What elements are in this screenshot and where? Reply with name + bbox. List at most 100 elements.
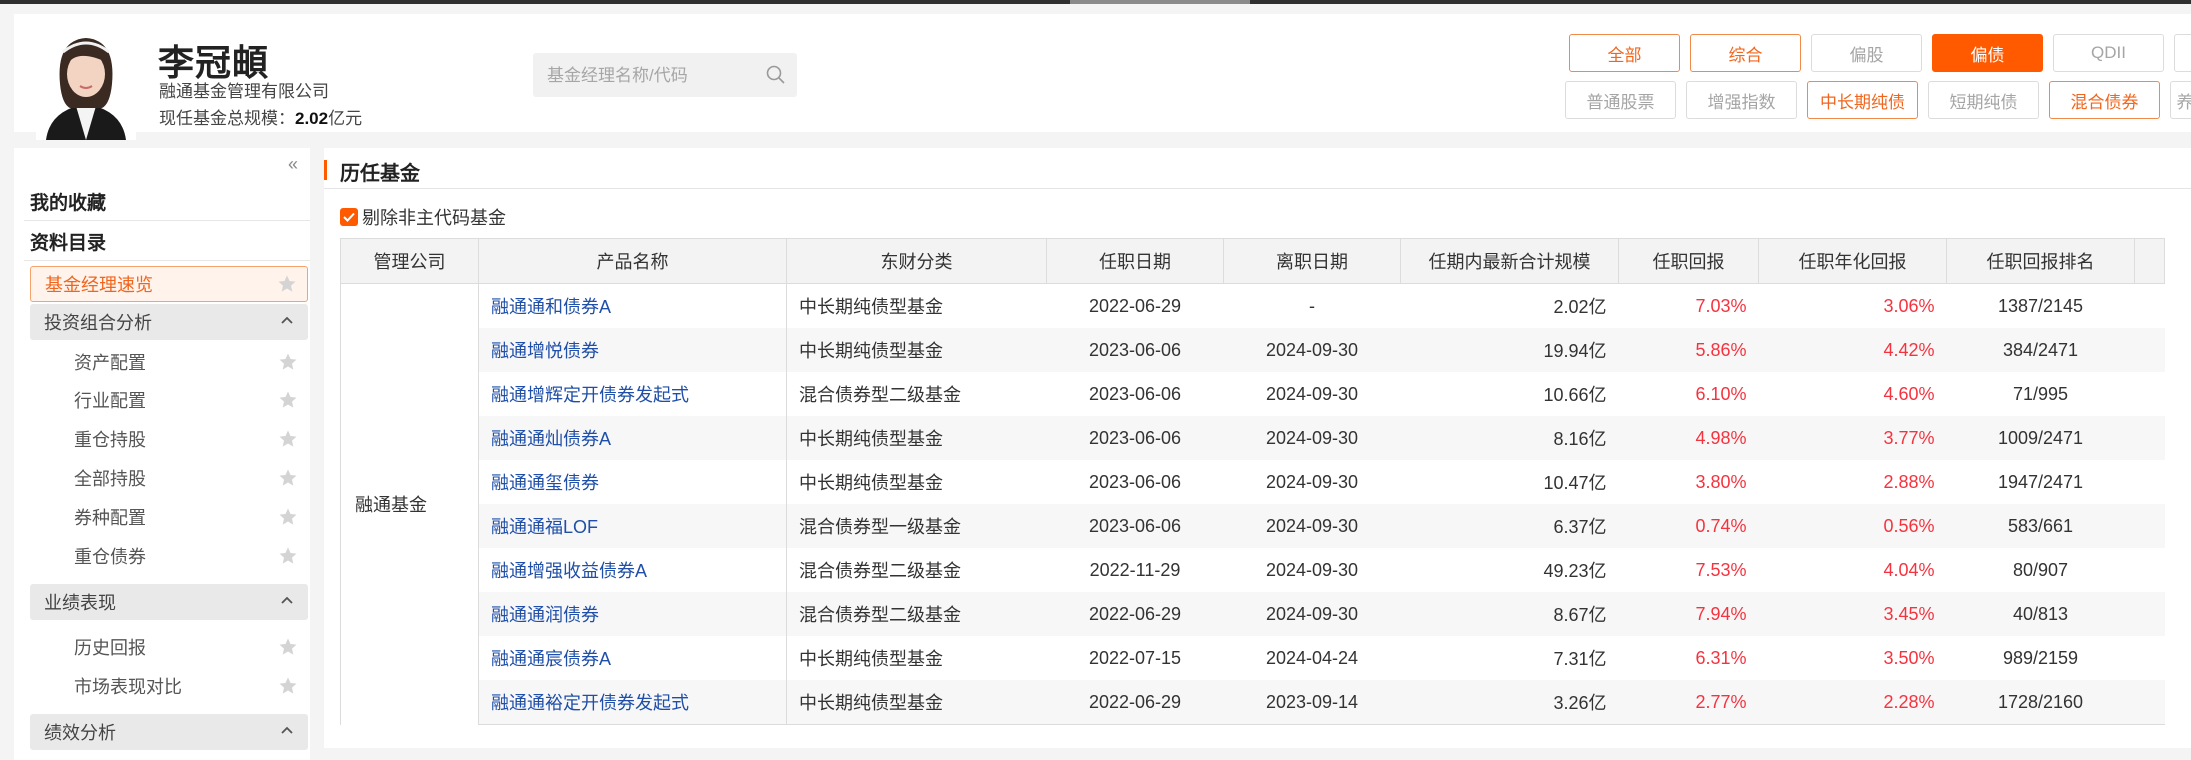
cell-start-date: 2023-06-06 bbox=[1046, 416, 1224, 460]
sidebar-item-historical-return[interactable]: 历史回报 bbox=[30, 629, 308, 665]
cell-annual-return: 2.88% bbox=[1758, 460, 1947, 504]
col-header-return[interactable]: 任职回报 bbox=[1618, 238, 1759, 284]
filter-enhanced-index[interactable]: 增强指数 bbox=[1686, 81, 1797, 119]
cell-end-date: - bbox=[1223, 283, 1401, 328]
cell-rank: 583/661 bbox=[1946, 504, 2135, 548]
collapse-sidebar-icon[interactable]: « bbox=[288, 154, 298, 175]
filter-more[interactable] bbox=[2174, 34, 2191, 72]
cell-return: 5.86% bbox=[1618, 328, 1759, 372]
checkbox-label: 剔除非主代码基金 bbox=[362, 208, 506, 228]
star-icon[interactable] bbox=[277, 274, 297, 294]
cell-end-date: 2024-09-30 bbox=[1223, 372, 1401, 416]
cell-return: 7.03% bbox=[1618, 283, 1759, 328]
sidebar-group-label: 投资组合分析 bbox=[44, 313, 152, 333]
cell-product-name-link[interactable]: 融通通裕定开债券发起式 bbox=[478, 680, 787, 725]
sidebar-item-all-holdings[interactable]: 全部持股 bbox=[30, 460, 308, 496]
cell-return: 7.53% bbox=[1618, 548, 1759, 592]
cell-product-name-link[interactable]: 融通通灿债券A bbox=[478, 416, 787, 460]
col-header-category[interactable]: 东财分类 bbox=[786, 238, 1047, 284]
col-header-scale[interactable]: 任期内最新合计规模 bbox=[1400, 238, 1619, 284]
cell-scale: 8.16亿 bbox=[1400, 416, 1619, 460]
sidebar-item-label: 行业配置 bbox=[74, 391, 146, 411]
cell-scale: 49.23亿 bbox=[1400, 548, 1619, 592]
filter-composite[interactable]: 综合 bbox=[1690, 34, 1801, 72]
search-icon[interactable] bbox=[765, 64, 787, 86]
sidebar-item-overview[interactable]: 基金经理速览 bbox=[30, 266, 308, 302]
star-icon[interactable] bbox=[278, 390, 298, 410]
filter-equity-biased[interactable]: 偏股 bbox=[1811, 34, 1922, 72]
cell-product-name-link[interactable]: 融通通润债券 bbox=[478, 592, 787, 636]
filter-common-stock[interactable]: 普通股票 bbox=[1565, 81, 1676, 119]
cell-overflow bbox=[2134, 283, 2165, 328]
cell-rank: 1009/2471 bbox=[1946, 416, 2135, 460]
col-header-product-name[interactable]: 产品名称 bbox=[478, 238, 787, 284]
sidebar-item-industry-allocation[interactable]: 行业配置 bbox=[30, 382, 308, 418]
cell-return: 7.94% bbox=[1618, 592, 1759, 636]
table-row: 融通通宸债券A 中长期纯债型基金 2022-07-15 2024-04-24 7… bbox=[341, 636, 2165, 680]
search-input[interactable] bbox=[545, 53, 749, 99]
cell-product-name-link[interactable]: 融通通玺债券 bbox=[478, 460, 787, 504]
cell-category: 中长期纯债型基金 bbox=[786, 416, 1047, 460]
table-row: 融通通福LOF 混合债券型一级基金 2023-06-06 2024-09-30 … bbox=[341, 504, 2165, 548]
cell-end-date: 2024-09-30 bbox=[1223, 328, 1401, 372]
col-header-end-date[interactable]: 离职日期 bbox=[1223, 238, 1401, 284]
star-icon[interactable] bbox=[278, 546, 298, 566]
star-icon[interactable] bbox=[278, 468, 298, 488]
cell-annual-return: 4.04% bbox=[1758, 548, 1947, 592]
cell-product-name-link[interactable]: 融通通和债券A bbox=[478, 283, 787, 328]
cell-overflow bbox=[2134, 680, 2165, 725]
sidebar-item-bond-type-allocation[interactable]: 券种配置 bbox=[30, 499, 308, 535]
cell-product-name-link[interactable]: 融通增悦债券 bbox=[478, 328, 787, 372]
filter-all[interactable]: 全部 bbox=[1569, 34, 1680, 72]
cell-return: 0.74% bbox=[1618, 504, 1759, 548]
cell-end-date: 2024-09-30 bbox=[1223, 592, 1401, 636]
cell-company: 融通基金 bbox=[340, 283, 479, 725]
cell-annual-return: 3.06% bbox=[1758, 283, 1947, 328]
cell-start-date: 2022-06-29 bbox=[1046, 592, 1224, 636]
sidebar-catalog[interactable]: 资料目录 bbox=[30, 228, 106, 255]
cell-product-name-link[interactable]: 融通增强收益债券A bbox=[478, 548, 787, 592]
sidebar-divider bbox=[24, 220, 310, 221]
sidebar-group-performance[interactable]: 业绩表现 bbox=[30, 584, 308, 620]
filter-bond-biased[interactable]: 偏债 bbox=[1932, 34, 2043, 72]
scale-unit: 亿元 bbox=[328, 109, 363, 128]
sidebar-favorites[interactable]: 我的收藏 bbox=[30, 188, 106, 215]
cell-annual-return: 4.60% bbox=[1758, 372, 1947, 416]
table-row: 融通通裕定开债券发起式 中长期纯债型基金 2022-06-29 2023-09-… bbox=[341, 680, 2165, 725]
filter-mixed-bond[interactable]: 混合债券 bbox=[2049, 81, 2160, 119]
filter-short-pure-bond[interactable]: 短期纯债 bbox=[1928, 81, 2039, 119]
col-header-annual-return[interactable]: 任职年化回报 bbox=[1758, 238, 1947, 284]
col-header-company[interactable]: 管理公司 bbox=[340, 238, 479, 284]
cell-scale: 8.67亿 bbox=[1400, 592, 1619, 636]
col-header-start-date[interactable]: 任职日期 bbox=[1046, 238, 1224, 284]
sidebar-group-portfolio[interactable]: 投资组合分析 bbox=[30, 304, 308, 340]
checkbox-checked-icon[interactable] bbox=[340, 208, 358, 226]
cell-return: 6.31% bbox=[1618, 636, 1759, 680]
star-icon[interactable] bbox=[278, 352, 298, 372]
filter-pension[interactable]: 养 bbox=[2170, 81, 2191, 119]
cell-category: 中长期纯债型基金 bbox=[786, 680, 1047, 725]
cell-category: 中长期纯债型基金 bbox=[786, 636, 1047, 680]
cell-overflow bbox=[2134, 416, 2165, 460]
cell-product-name-link[interactable]: 融通通宸债券A bbox=[478, 636, 787, 680]
star-icon[interactable] bbox=[278, 507, 298, 527]
cell-annual-return: 3.50% bbox=[1758, 636, 1947, 680]
star-icon[interactable] bbox=[278, 429, 298, 449]
exclude-non-main-checkbox[interactable]: 剔除非主代码基金 bbox=[340, 204, 506, 230]
sidebar-item-top-holdings[interactable]: 重仓持股 bbox=[30, 421, 308, 457]
cell-overflow bbox=[2134, 460, 2165, 504]
col-header-return-rank[interactable]: 任职回报排名 bbox=[1946, 238, 2135, 284]
filter-qdii[interactable]: QDII bbox=[2053, 34, 2164, 72]
sidebar-group-efficiency[interactable]: 绩效分析 bbox=[30, 714, 308, 750]
table-row: 融通通润债券 混合债券型二级基金 2022-06-29 2024-09-30 8… bbox=[341, 592, 2165, 636]
filter-mid-long-pure-bond[interactable]: 中长期纯债 bbox=[1807, 81, 1918, 119]
chevron-up-icon bbox=[281, 596, 293, 604]
manager-avatar bbox=[36, 32, 136, 140]
sidebar-item-market-comparison[interactable]: 市场表现对比 bbox=[30, 668, 308, 704]
cell-product-name-link[interactable]: 融通增辉定开债券发起式 bbox=[478, 372, 787, 416]
star-icon[interactable] bbox=[278, 676, 298, 696]
star-icon[interactable] bbox=[278, 637, 298, 657]
sidebar-item-top-bonds[interactable]: 重仓债券 bbox=[30, 538, 308, 574]
sidebar-item-asset-allocation[interactable]: 资产配置 bbox=[30, 344, 308, 380]
cell-product-name-link[interactable]: 融通通福LOF bbox=[478, 504, 787, 548]
